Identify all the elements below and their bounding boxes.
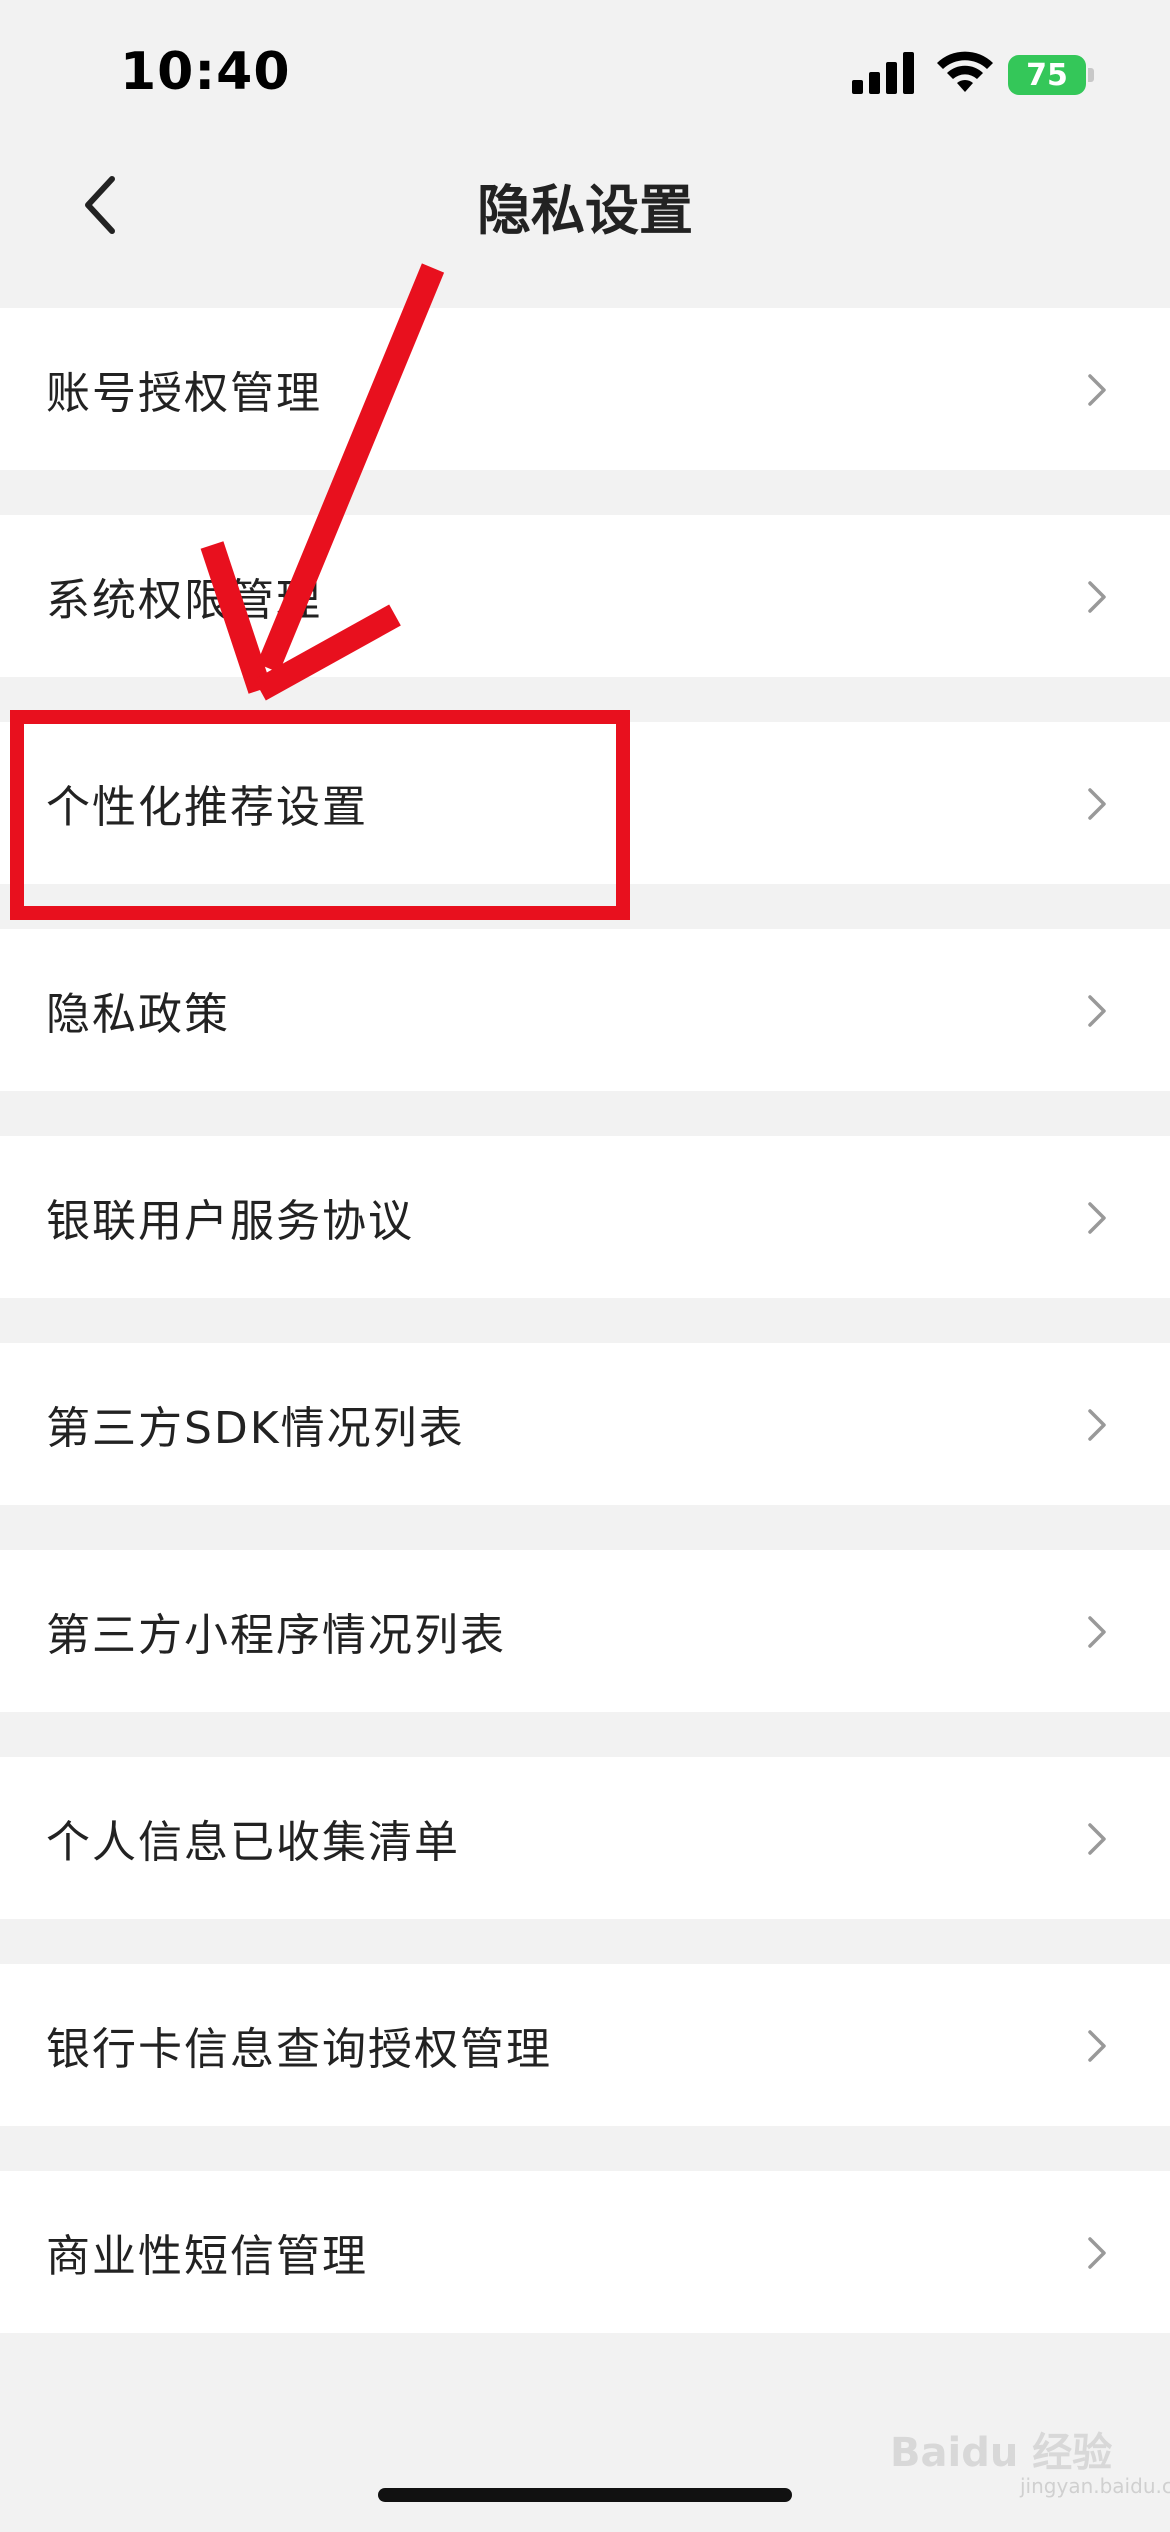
chevron-left-icon xyxy=(85,176,115,234)
list-item-label: 个性化推荐设置 xyxy=(46,782,368,833)
home-indicator[interactable] xyxy=(378,2488,792,2502)
chevron-right-icon xyxy=(1088,1202,1106,1234)
watermark-logo: Baidu 经验 xyxy=(890,2430,1113,2476)
list-item-third-party-sdk[interactable]: 第三方SDK情况列表 xyxy=(0,1343,1170,1505)
chevron-right-icon xyxy=(1088,2237,1106,2269)
chevron-right-icon xyxy=(1088,374,1106,406)
wifi-icon xyxy=(937,51,993,92)
list-item-system-permissions[interactable]: 系统权限管理 xyxy=(0,515,1170,677)
list-item-label: 隐私政策 xyxy=(46,989,230,1040)
list-item-bank-card-authorization[interactable]: 银行卡信息查询授权管理 xyxy=(0,1964,1170,2126)
back-button[interactable] xyxy=(55,160,145,250)
signal-icon xyxy=(852,52,914,94)
chevron-right-icon xyxy=(1088,581,1106,613)
list-item-third-party-mini-programs[interactable]: 第三方小程序情况列表 xyxy=(0,1550,1170,1712)
list-item-label: 银联用户服务协议 xyxy=(46,1196,414,1247)
watermark-url: jingyan.baidu.com xyxy=(1020,2474,1170,2498)
list-item-collected-info[interactable]: 个人信息已收集清单 xyxy=(0,1757,1170,1919)
list-item-label: 第三方小程序情况列表 xyxy=(46,1610,506,1661)
list-item-label: 第三方SDK情况列表 xyxy=(46,1403,465,1454)
battery-icon: 75 xyxy=(1008,55,1086,95)
list-item-label: 银行卡信息查询授权管理 xyxy=(46,2024,552,2075)
chevron-right-icon xyxy=(1088,788,1106,820)
list-item-privacy-policy[interactable]: 隐私政策 xyxy=(0,929,1170,1091)
list-item-account-authorization[interactable]: 账号授权管理 xyxy=(0,308,1170,470)
list-item-label: 个人信息已收集清单 xyxy=(46,1817,460,1868)
list-item-personalized-recommendation[interactable]: 个性化推荐设置 xyxy=(0,722,1170,884)
chevron-right-icon xyxy=(1088,1823,1106,1855)
chevron-right-icon xyxy=(1088,2030,1106,2062)
list-item-label: 商业性短信管理 xyxy=(46,2231,368,2282)
list-item-label: 账号授权管理 xyxy=(46,368,322,419)
list-item-label: 系统权限管理 xyxy=(46,575,322,626)
chevron-right-icon xyxy=(1088,995,1106,1027)
chevron-right-icon xyxy=(1088,1409,1106,1441)
chevron-right-icon xyxy=(1088,1616,1106,1648)
list-item-commercial-sms[interactable]: 商业性短信管理 xyxy=(0,2171,1170,2333)
status-time: 10:40 xyxy=(120,42,291,102)
battery-cap xyxy=(1088,68,1094,82)
page-title: 隐私设置 xyxy=(477,178,693,242)
status-bar: 10:40 75 xyxy=(0,0,1170,150)
nav-bar: 隐私设置 xyxy=(0,150,1170,260)
battery-level: 75 xyxy=(1026,57,1068,93)
list-item-user-agreement[interactable]: 银联用户服务协议 xyxy=(0,1136,1170,1298)
